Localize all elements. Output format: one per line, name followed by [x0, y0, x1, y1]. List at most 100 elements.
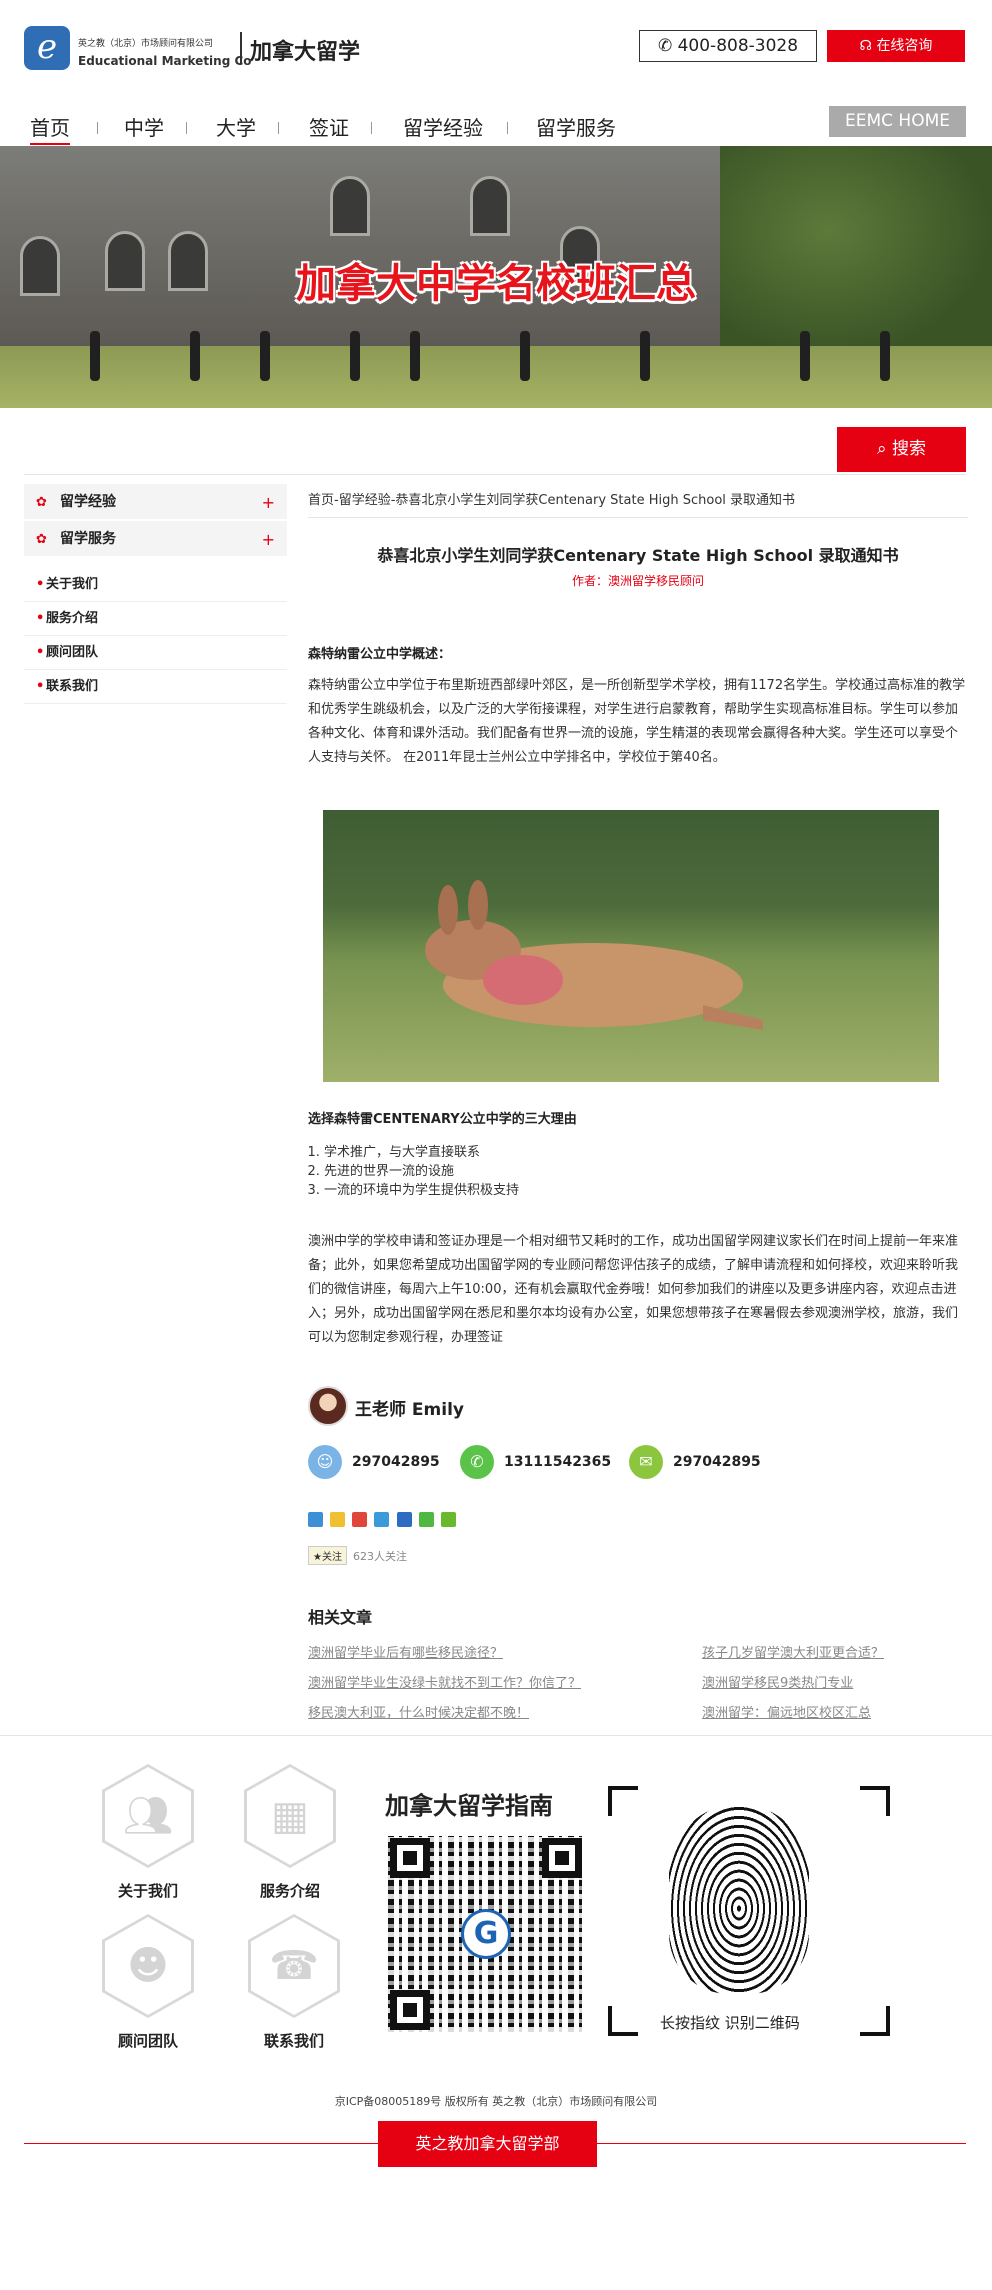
sidebar-item-label: 服务介绍: [46, 611, 99, 626]
nav-item-experience[interactable]: 留学经验: [403, 112, 483, 141]
banner-person: [190, 331, 200, 381]
share-qzone-icon[interactable]: [330, 1512, 346, 1527]
eemc-logo[interactable]: e: [24, 26, 70, 70]
people-icon: 👥︎: [122, 1793, 174, 1839]
banner-person: [260, 331, 270, 381]
whatsapp-contact[interactable]: ✆ 13111542365: [460, 1444, 611, 1480]
sidebar-item-about[interactable]: • 关于我们: [24, 568, 287, 602]
share-tencent-icon[interactable]: [374, 1512, 390, 1527]
icp-notice: 京ICP备08005189号 版权所有 英之教（北京）市场顾问有限公司: [334, 2095, 658, 2108]
tile-label-contact[interactable]: 联系我们: [234, 2030, 354, 2051]
nav-item-middle-school[interactable]: 中学: [124, 112, 164, 141]
search-button[interactable]: ⌕ 搜索: [837, 427, 966, 472]
nav-item-visa[interactable]: 签证: [309, 112, 349, 141]
maple-leaf-icon: ✿: [36, 532, 47, 547]
sidebar-section-experience[interactable]: ✿ 留学经验 +: [24, 484, 287, 521]
search-icon: ⌕: [877, 439, 892, 459]
related-link[interactable]: 移民澳大利亚，什么时候决定都不晚！: [308, 1702, 529, 1721]
sidebar-links: • 关于我们 • 服务介绍 • 顾问团队 • 联系我们: [24, 568, 287, 704]
about-tile[interactable]: 👥︎: [102, 1764, 194, 1868]
qq-number: 297042895: [352, 1454, 440, 1470]
banner-person: [350, 331, 360, 381]
sidebar-item-label: 顾问团队: [46, 645, 99, 660]
tile-label-team[interactable]: 顾问团队: [88, 2030, 208, 2051]
maple-leaf-icon: ✿: [36, 495, 47, 510]
related-link[interactable]: 澳洲留学毕业生没绿卡就找不到工作？你信了？: [308, 1672, 581, 1691]
qr-finder: [390, 1838, 430, 1878]
banner-lawn: [0, 346, 992, 408]
avatar: [308, 1386, 348, 1426]
closing-text: 澳洲中学的学校申请和签证办理是一个相对细节又耗时的工作，成功出国留学网建议家长们…: [308, 1234, 959, 1345]
sidebar-section-label: 留学服务: [60, 531, 116, 547]
nav-separator: [278, 122, 279, 134]
follow-button[interactable]: ★关注: [308, 1546, 347, 1565]
teacher-name: 王老师 Emily: [355, 1400, 464, 1420]
banner-person: [800, 331, 810, 381]
phone-text: 400-808-3028: [677, 36, 799, 56]
sidebar-item-services[interactable]: • 服务介绍: [24, 602, 287, 636]
expand-icon[interactable]: +: [262, 484, 275, 521]
sidebar-item-label: 联系我们: [46, 679, 99, 694]
list-item: 先进的世界一流的设施: [324, 1162, 968, 1181]
banner-person: [640, 331, 650, 381]
nav-item-services[interactable]: 留学服务: [536, 112, 616, 141]
online-consult-button[interactable]: ☊ 在线咨询: [827, 30, 965, 62]
footer-divider: [0, 1735, 992, 1736]
related-link[interactable]: 澳洲留学毕业后有哪些移民途径？: [308, 1642, 503, 1661]
nav-separator: [186, 122, 187, 134]
bullet-icon: •: [36, 577, 45, 592]
share-more-icon[interactable]: [308, 1512, 323, 1527]
related-link[interactable]: 澳洲留学：偏远地区校区汇总: [702, 1702, 871, 1721]
header-divider: [240, 32, 242, 64]
overview-heading: 森特纳雷公立中学概述：: [308, 647, 452, 662]
canada-department-button[interactable]: 英之教加拿大留学部: [378, 2121, 597, 2167]
sidebar-section-services[interactable]: ✿ 留学服务 +: [24, 521, 287, 558]
banner-person: [410, 331, 420, 381]
scan-corner: [608, 1786, 638, 1816]
star-icon: ★: [313, 1552, 322, 1563]
expand-icon[interactable]: +: [262, 521, 275, 558]
sidebar: ✿ 留学经验 + ✿ 留学服务 + • 关于我们 • 服务介绍 • 顾问团队 • 联系我…: [24, 484, 287, 704]
qr-logo: G: [461, 1909, 511, 1959]
tile-label-services[interactable]: 服务介绍: [230, 1880, 350, 1901]
page: e 英之教（北京）市场顾问有限公司 Educational Marketing …: [0, 0, 992, 2290]
sidebar-item-team[interactable]: • 顾问团队: [24, 636, 287, 670]
tile-label-about[interactable]: 关于我们: [88, 1880, 208, 1901]
eemc-home-button[interactable]: EEMC HOME: [829, 106, 966, 137]
share-bar: [308, 1512, 459, 1531]
search-label: 搜索: [891, 439, 926, 459]
breadcrumb[interactable]: 首页-留学经验-恭喜北京小学生刘同学获Centenary State High …: [308, 484, 968, 518]
whatsapp-icon: ✆: [460, 1445, 494, 1479]
share-renren-icon[interactable]: [396, 1512, 412, 1527]
services-tile[interactable]: ▦: [244, 1764, 336, 1868]
sidebar-item-contact[interactable]: • 联系我们: [24, 670, 287, 704]
kangaroo-illustration: [425, 880, 763, 1030]
list-item: 一流的环境中为学生提供积极支持: [324, 1181, 968, 1200]
whatsapp-number: 13111542365: [504, 1454, 612, 1470]
related-link[interactable]: 孩子几岁留学澳大利亚更合适？: [702, 1642, 884, 1661]
company-name-cn: 英之教（北京）市场顾问有限公司: [78, 39, 214, 49]
share-wechat-icon[interactable]: [418, 1512, 434, 1527]
nav-item-university[interactable]: 大学: [216, 112, 256, 141]
wechat-number: 297042895: [673, 1454, 761, 1470]
contact-tile[interactable]: ☎: [248, 1914, 340, 2018]
qq-contact[interactable]: ☺ 297042895: [308, 1444, 440, 1480]
scan-corner: [860, 2006, 890, 2036]
telephone-icon: ☎: [269, 1943, 319, 1989]
qq-icon: ☺: [308, 1445, 342, 1479]
fingerprint-icon[interactable]: [669, 1804, 809, 1994]
article-author: 作者：澳洲留学移民顾问: [571, 574, 704, 588]
share-douban-icon[interactable]: [440, 1512, 456, 1527]
scan-corner: [860, 1786, 890, 1816]
related-link[interactable]: 澳洲留学移民9类热门专业: [702, 1672, 853, 1691]
wechat-contact[interactable]: ✉ 297042895: [629, 1444, 761, 1480]
share-weibo-icon[interactable]: [352, 1512, 368, 1527]
bullet-icon: •: [36, 645, 45, 660]
overview-text: 森特纳雷公立中学位于布里斯班西部绿叶郊区，是一所创新型学术学校，拥有1172名学…: [308, 678, 966, 765]
phone-icon: ✆: [657, 36, 678, 56]
logo-letter: e: [36, 27, 58, 67]
site-title: 加拿大留学: [250, 40, 361, 65]
phone-number[interactable]: ✆ 400-808-3028: [639, 30, 817, 62]
nav-item-home[interactable]: 首页: [30, 112, 70, 145]
team-tile[interactable]: ☻: [102, 1914, 194, 2018]
